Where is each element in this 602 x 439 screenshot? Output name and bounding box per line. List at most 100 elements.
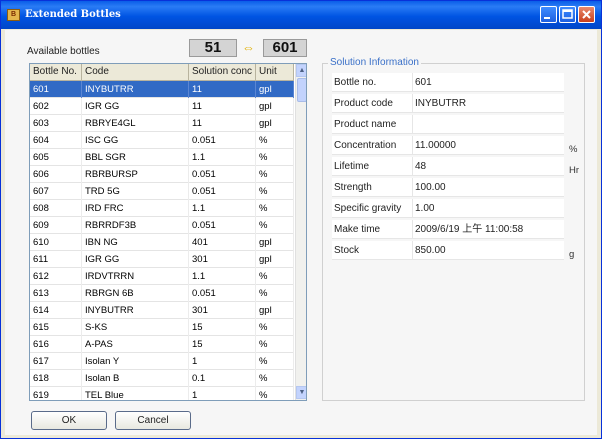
table-row[interactable]: 616 A-PAS 15%: [30, 336, 294, 353]
cell-solution-conc: 11: [189, 98, 256, 115]
info-value-field[interactable]: 48: [412, 157, 564, 176]
info-value-field[interactable]: 2009/6/19 上午 11:00:58: [412, 220, 564, 239]
cell-bottle-no: 617: [30, 353, 82, 370]
table-row[interactable]: 606 RBRBURSP 0.051%: [30, 166, 294, 183]
column-header-unit[interactable]: Unit: [256, 64, 294, 81]
cell-unit: %: [256, 132, 294, 149]
extended-bottles-window: B Extended Bottles Available bottles 51 …: [0, 0, 602, 439]
scroll-up-button[interactable]: ▲: [296, 64, 306, 77]
cell-unit: %: [256, 217, 294, 234]
cell-solution-conc: 301: [189, 251, 256, 268]
title-bar[interactable]: B Extended Bottles: [1, 1, 601, 29]
table-row[interactable]: 619 TEL Blue 1%: [30, 387, 294, 400]
cell-solution-conc: 401: [189, 234, 256, 251]
table-row[interactable]: 603 RBRYE4GL 11 gpl: [30, 115, 294, 132]
cell-code: A-PAS: [82, 336, 189, 353]
scroll-thumb[interactable]: [297, 78, 306, 102]
cell-solution-conc: 301: [189, 302, 256, 319]
maximize-button[interactable]: [559, 6, 576, 23]
close-button[interactable]: [578, 6, 595, 23]
cell-bottle-no: 602: [30, 98, 82, 115]
table-row[interactable]: 613 RBRGN 6B 0.051%: [30, 285, 294, 302]
cell-code: IRD FRC: [82, 200, 189, 217]
column-header-bottle-no[interactable]: Bottle No.: [30, 64, 82, 81]
cell-solution-conc: 0.051: [189, 183, 256, 200]
cell-solution-conc: 15: [189, 319, 256, 336]
info-value-field[interactable]: [412, 115, 564, 134]
cell-solution-conc: 11: [189, 81, 256, 98]
info-label: Stock: [332, 241, 412, 260]
app-icon: B: [7, 9, 20, 21]
table-row[interactable]: 601 INYBUTRR 11 gpl: [30, 81, 294, 98]
cell-unit: gpl: [256, 98, 294, 115]
cell-solution-conc: 0.051: [189, 285, 256, 302]
cell-code: RBRGN 6B: [82, 285, 189, 302]
cell-solution-conc: 1.1: [189, 268, 256, 285]
cell-bottle-no: 609: [30, 217, 82, 234]
cell-solution-conc: 1.1: [189, 149, 256, 166]
cell-code: INYBUTRR: [82, 81, 189, 98]
info-label: Specific gravity: [332, 199, 412, 218]
table-row[interactable]: 615 S-KS 15%: [30, 319, 294, 336]
table-vertical-scrollbar[interactable]: ▲ ▼: [295, 64, 306, 400]
cell-bottle-no: 607: [30, 183, 82, 200]
cell-unit: %: [256, 353, 294, 370]
cell-bottle-no: 614: [30, 302, 82, 319]
cell-solution-conc: 0.051: [189, 217, 256, 234]
info-value-field[interactable]: 100.00: [412, 178, 564, 197]
table-row[interactable]: 609 RBRRDF3B 0.051%: [30, 217, 294, 234]
cell-bottle-no: 603: [30, 115, 82, 132]
ok-button[interactable]: OK: [31, 411, 107, 430]
table-row[interactable]: 612 IRDVTRRN 1.1%: [30, 268, 294, 285]
info-unit: g: [569, 249, 575, 260]
info-value-field[interactable]: 601: [412, 73, 564, 92]
cell-unit: %: [256, 183, 294, 200]
scroll-down-button[interactable]: ▼: [296, 386, 306, 399]
cell-solution-conc: 1.1: [189, 200, 256, 217]
cell-code: TEL Blue: [82, 387, 189, 400]
cell-code: RBRRDF3B: [82, 217, 189, 234]
table-row[interactable]: 611 IGR GG 301 gpl: [30, 251, 294, 268]
available-count: 51: [189, 39, 237, 57]
info-value-field[interactable]: INYBUTRR: [412, 94, 564, 113]
cell-code: Isolan Y: [82, 353, 189, 370]
column-header-code[interactable]: Code: [82, 64, 189, 81]
cell-bottle-no: 604: [30, 132, 82, 149]
total-count: 601: [263, 39, 307, 57]
bottles-table[interactable]: Bottle No. Code Solution conc Unit 601 IN…: [29, 63, 307, 401]
cell-bottle-no: 612: [30, 268, 82, 285]
cell-bottle-no: 616: [30, 336, 82, 353]
cell-bottle-no: 606: [30, 166, 82, 183]
info-label: Concentration: [332, 136, 412, 155]
table-row[interactable]: 618 Isolan B 0.1%: [30, 370, 294, 387]
available-bottles-label: Available bottles: [27, 46, 100, 57]
table-row[interactable]: 605 BBL SGR 1.1%: [30, 149, 294, 166]
table-row[interactable]: 617 Isolan Y 1%: [30, 353, 294, 370]
cell-unit: %: [256, 285, 294, 302]
table-row[interactable]: 608 IRD FRC 1.1%: [30, 200, 294, 217]
info-value-field[interactable]: 850.00: [412, 241, 564, 260]
cell-unit: %: [256, 268, 294, 285]
info-value-field[interactable]: 1.00: [412, 199, 564, 218]
cell-solution-conc: 0.051: [189, 166, 256, 183]
cancel-button[interactable]: Cancel: [115, 411, 191, 430]
cell-code: RBRBURSP: [82, 166, 189, 183]
info-label: Make time: [332, 220, 412, 239]
column-header-solution-conc[interactable]: Solution conc: [189, 64, 256, 81]
minimize-button[interactable]: [540, 6, 557, 23]
cell-unit: %: [256, 200, 294, 217]
table-row[interactable]: 607 TRD 5G 0.051%: [30, 183, 294, 200]
table-row[interactable]: 602 IGR GG 11 gpl: [30, 98, 294, 115]
info-value-field[interactable]: 11.00000: [412, 136, 564, 155]
cell-unit: %: [256, 336, 294, 353]
cell-code: RBRYE4GL: [82, 115, 189, 132]
info-unit: Hr: [569, 165, 580, 176]
table-row[interactable]: 614 INYBUTRR 301 gpl: [30, 302, 294, 319]
cell-bottle-no: 613: [30, 285, 82, 302]
cell-code: IBN NG: [82, 234, 189, 251]
table-row[interactable]: 610 IBN NG 401 gpl: [30, 234, 294, 251]
cell-code: IGR GG: [82, 98, 189, 115]
swap-arrows-icon: ⇔: [242, 40, 255, 55]
table-row[interactable]: 604 ISC GG 0.051%: [30, 132, 294, 149]
cell-unit: gpl: [256, 234, 294, 251]
